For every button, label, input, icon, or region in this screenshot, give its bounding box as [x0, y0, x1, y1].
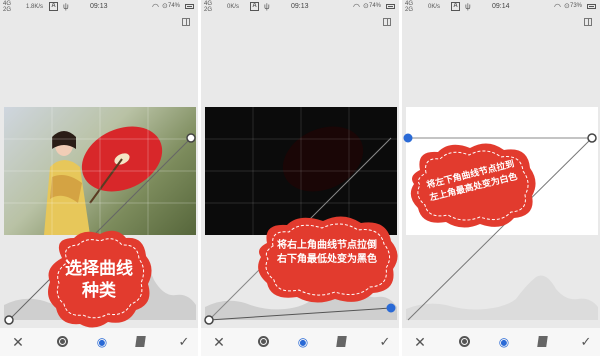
- curve-node-bottom-left[interactable]: [204, 315, 214, 325]
- check-icon[interactable]: ✓: [377, 334, 393, 350]
- check-icon[interactable]: ✓: [578, 334, 594, 350]
- adjust-icon[interactable]: [255, 334, 271, 350]
- annotation-bubble: 将左下角曲线节点拉到 左上角最高处变为白色: [406, 140, 538, 230]
- curve-node-top-right[interactable]: [587, 133, 597, 143]
- screen-panel-2: 4G 2G 0K/s A ψ 09:13 ◠ ⊙ 74% 将右上角曲线节点拉倒 …: [201, 0, 399, 356]
- bubble-text: 将右上角曲线节点拉倒 右下角最低处变为黑色: [277, 240, 377, 265]
- curve-node-bottom-left[interactable]: [4, 315, 14, 325]
- screen-panel-1: 4G 2G 1.8K/s A ψ 09:13 ◠ ⊙ 74% 选择曲线 种类 ✕…: [0, 0, 198, 356]
- check-icon[interactable]: ✓: [176, 334, 192, 350]
- style-icon[interactable]: [333, 334, 349, 350]
- style-icon[interactable]: [534, 334, 550, 350]
- close-icon[interactable]: ✕: [10, 334, 26, 350]
- bottom-toolbar: ✕ ◉ ✓: [201, 328, 399, 356]
- adjust-icon[interactable]: [456, 334, 472, 350]
- eye-icon[interactable]: ◉: [94, 334, 110, 350]
- style-icon[interactable]: [132, 334, 148, 350]
- eye-icon[interactable]: ◉: [496, 334, 512, 350]
- curve-node-dragged[interactable]: [386, 303, 396, 313]
- eye-icon[interactable]: ◉: [295, 334, 311, 350]
- bottom-toolbar: ✕ ◉ ✓: [0, 328, 198, 356]
- annotation-bubble: 将右上角曲线节点拉倒 右下角最低处变为黑色: [253, 213, 399, 305]
- screen-panel-3: 4G 2G 0K/s A ψ 09:14 ◠ ⊙ 73% 将左下角曲线节点拉到 …: [402, 0, 600, 356]
- curve-node-top-right[interactable]: [186, 133, 196, 143]
- close-icon[interactable]: ✕: [211, 334, 227, 350]
- bubble-text: 选择曲线 种类: [65, 259, 133, 300]
- bottom-toolbar: ✕ ◉ ✓: [402, 328, 600, 356]
- annotation-bubble: 选择曲线 种类: [44, 228, 154, 332]
- close-icon[interactable]: ✕: [412, 334, 428, 350]
- adjust-icon[interactable]: [54, 334, 70, 350]
